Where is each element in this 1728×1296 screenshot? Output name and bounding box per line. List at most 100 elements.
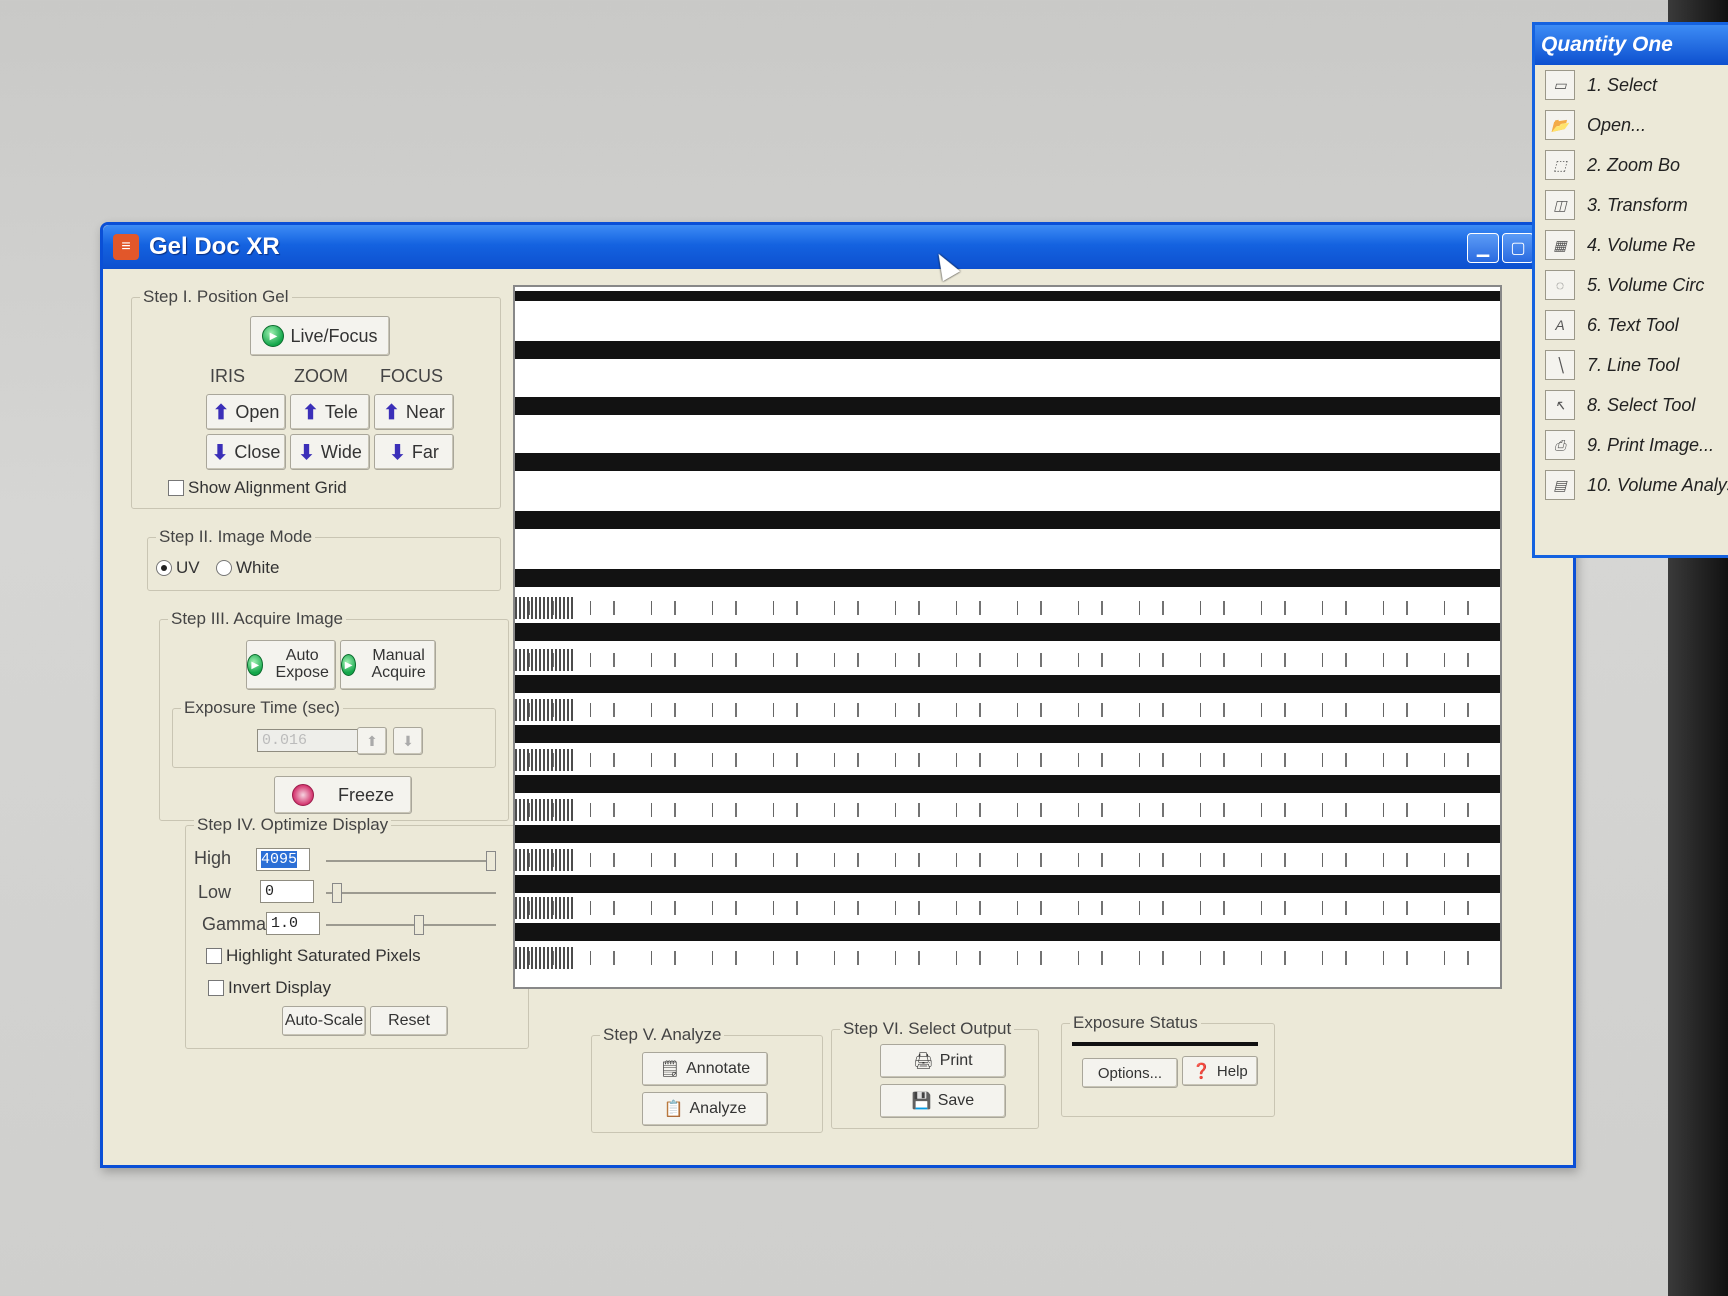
auto-scale-button[interactable]: Auto-Scale (282, 1006, 366, 1036)
exposure-up-icon[interactable]: ⬆ (357, 727, 387, 755)
quantity-one-item[interactable]: ▦ 4. Volume Re (1535, 225, 1728, 265)
iris-open-button[interactable]: ⬆ Open (206, 394, 286, 430)
printer-icon: 🖨 (913, 1053, 934, 1070)
zoom-tele-button[interactable]: ⬆ Tele (290, 394, 370, 430)
stop-icon (291, 784, 314, 806)
line-tool-icon: ╲ (1545, 350, 1575, 380)
gel-band (515, 397, 1500, 415)
title-bar[interactable]: ≡ Gel Doc XR ▁ ▢ ✕ (103, 225, 1573, 269)
quantity-one-item[interactable]: ▤ 10. Volume Analysis (1535, 465, 1728, 505)
invert-display-checkbox[interactable]: Invert Display (208, 978, 331, 998)
gel-band (515, 875, 1500, 893)
print-button[interactable]: 🖨 Print (880, 1044, 1006, 1078)
step3-label: Step III. Acquire Image (168, 609, 346, 629)
high-input[interactable]: 4095 (256, 848, 310, 871)
checkbox-icon (208, 980, 224, 996)
white-radio[interactable]: White (216, 558, 279, 578)
arrow-down-icon: ⬇ (211, 441, 229, 464)
help-button[interactable]: ❓ Help (1182, 1056, 1258, 1086)
quantity-one-title[interactable]: Quantity One (1535, 25, 1728, 65)
save-button[interactable]: 💾 Save (880, 1084, 1006, 1118)
text-tool-icon: A (1545, 310, 1575, 340)
volume-rect-icon: ▦ (1545, 230, 1575, 260)
gamma-input[interactable]: 1.0 (266, 912, 320, 935)
gel-band (515, 675, 1500, 693)
gel-noise-row (515, 947, 1500, 969)
quantity-one-toolbar: Quantity One ▭ 1. Select 📂 Open... ⬚ 2. Zoom … (1532, 22, 1728, 558)
step6-label: Step VI. Select Output (840, 1019, 1015, 1039)
auto-expose-button[interactable]: ▶ Auto Expose (246, 640, 336, 690)
low-input[interactable]: 0 (260, 880, 314, 903)
quantity-one-item[interactable]: ◌ 5. Volume Circ (1535, 265, 1728, 305)
iris-label: IRIS (210, 366, 246, 386)
low-slider[interactable] (326, 883, 496, 903)
quantity-one-item[interactable]: ⬚ 2. Zoom Bo (1535, 145, 1728, 185)
manual-acquire-button[interactable]: ▶ Manual Acquire (340, 640, 436, 690)
radio-selected-icon (156, 560, 172, 576)
high-label: High (194, 848, 232, 868)
checkbox-icon (168, 480, 184, 496)
quantity-one-item-label: 3. Transform (1587, 194, 1688, 215)
arrow-up-icon: ⬆ (302, 401, 319, 424)
arrow-down-icon: ⬇ (389, 441, 406, 464)
quantity-one-item[interactable]: ↖ 8. Select Tool (1535, 385, 1728, 425)
arrow-down-icon: ⬇ (298, 441, 315, 464)
exposure-down-icon[interactable]: ⬇ (393, 727, 423, 755)
quantity-one-item-label: 6. Text Tool (1587, 314, 1679, 335)
uv-radio[interactable]: UV (156, 558, 200, 578)
quantity-one-item[interactable]: ▭ 1. Select (1535, 65, 1728, 105)
step2-label: Step II. Image Mode (156, 527, 316, 547)
step1-group: Step I. Position Gel ▶ Live/Focus IRIS ZO… (131, 287, 501, 509)
gel-image-display[interactable] (513, 285, 1502, 989)
gel-noise-row (515, 849, 1500, 871)
focus-near-button[interactable]: ⬆ Near (374, 394, 454, 430)
gel-band (515, 511, 1500, 529)
quantity-one-item-label: 2. Zoom Bo (1587, 154, 1681, 175)
quantity-one-item[interactable]: ╲ 7. Line Tool (1535, 345, 1728, 385)
step4-group: Step IV. Optimize Display High 4095 Low … (185, 815, 529, 1049)
gel-band (515, 291, 1500, 301)
focus-far-button[interactable]: ⬇ Far (374, 434, 454, 470)
minimize-icon[interactable]: ▁ (1467, 233, 1499, 263)
highlight-saturated-checkbox[interactable]: Highlight Saturated Pixels (206, 946, 421, 966)
volume-circle-icon: ◌ (1545, 270, 1575, 300)
quantity-one-item[interactable]: A 6. Text Tool (1535, 305, 1728, 345)
gel-band (515, 453, 1500, 471)
arrow-up-icon: ⬆ (212, 401, 230, 424)
quantity-one-item[interactable]: ⎙ 9. Print Image... (1535, 425, 1728, 465)
gel-band (515, 775, 1500, 793)
gamma-slider[interactable] (326, 915, 496, 935)
step6-group: Step VI. Select Output 🖨 Print 💾 Save (831, 1019, 1039, 1129)
gel-noise-row (515, 649, 1500, 671)
quantity-one-item[interactable]: ◫ 3. Transform (1535, 185, 1728, 225)
gel-noise-row (515, 897, 1500, 919)
options-button[interactable]: Options... (1082, 1058, 1178, 1088)
exposure-status-bar (1072, 1042, 1258, 1046)
gel-band (515, 341, 1500, 359)
show-grid-checkbox[interactable]: Show Alignment Grid (168, 478, 347, 498)
step1-label: Step I. Position Gel (140, 287, 292, 307)
freeze-button[interactable]: Freeze (274, 776, 412, 814)
iris-close-button[interactable]: ⬇ Close (206, 434, 286, 470)
zoom-wide-button[interactable]: ⬇ Wide (290, 434, 370, 470)
maximize-icon[interactable]: ▢ (1502, 233, 1534, 263)
analyze-button[interactable]: 📋 Analyze (642, 1092, 768, 1126)
exposure-time-input[interactable]: 0.016 (257, 729, 359, 752)
annotate-button[interactable]: 🗒 Annotate (642, 1052, 768, 1086)
live-focus-button[interactable]: ▶ Live/Focus (250, 316, 390, 356)
reset-button[interactable]: Reset (370, 1006, 448, 1036)
annotate-icon: 🗒 (659, 1061, 681, 1078)
gamma-slider-thumb[interactable] (414, 915, 424, 935)
gel-noise-row (515, 749, 1500, 771)
high-slider-thumb[interactable] (486, 851, 496, 871)
gel-band (515, 725, 1500, 743)
gel-noise-row (515, 597, 1500, 619)
gel-noise-row (515, 799, 1500, 821)
exposure-time-group: Exposure Time (sec) 0.016 ⬆ ⬇ (172, 698, 496, 768)
low-slider-thumb[interactable] (332, 883, 342, 903)
quantity-one-item[interactable]: 📂 Open... (1535, 105, 1728, 145)
high-slider[interactable] (326, 851, 496, 871)
folder-open-icon: 📂 (1545, 110, 1575, 140)
transform-icon: ◫ (1545, 190, 1575, 220)
window-title: Gel Doc XR (149, 233, 280, 260)
